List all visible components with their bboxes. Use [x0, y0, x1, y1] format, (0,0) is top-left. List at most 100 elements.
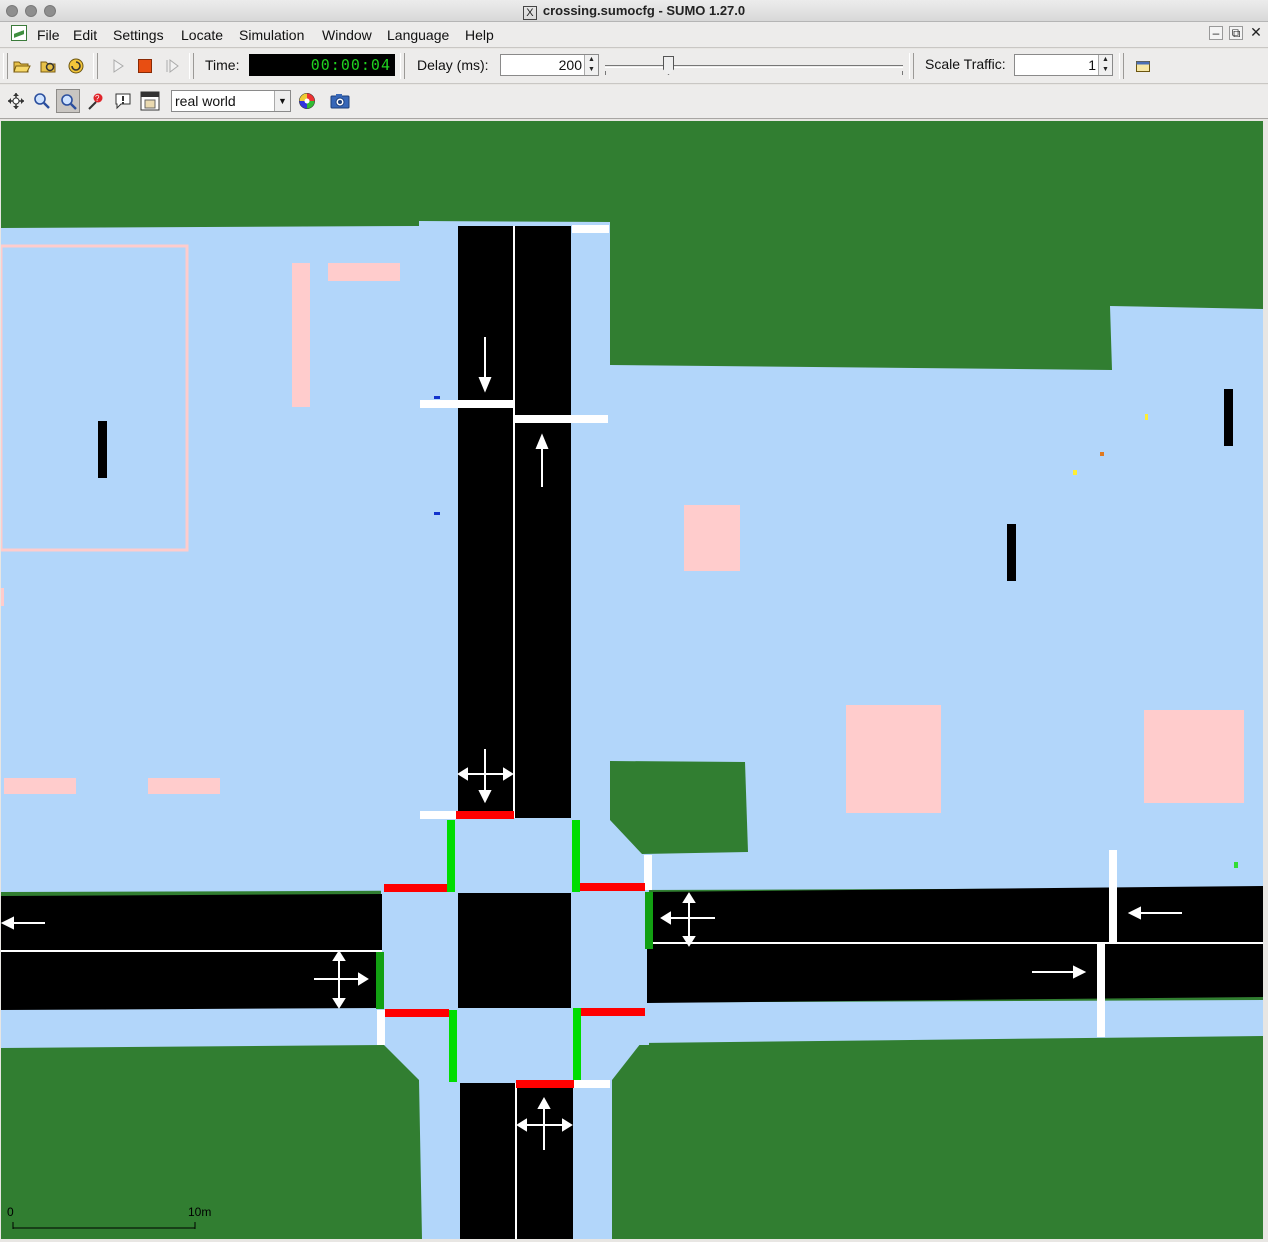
- step-icon[interactable]: [160, 54, 184, 78]
- color-scheme-select[interactable]: real world ▼: [171, 90, 291, 112]
- pedestrian: [434, 512, 440, 515]
- stop-line: [514, 415, 608, 423]
- stop-icon[interactable]: [133, 54, 157, 78]
- scale-spinner-arrows[interactable]: ▲ ▼: [1098, 55, 1112, 75]
- recenter-icon[interactable]: [4, 89, 28, 113]
- x11-icon: X: [522, 6, 537, 20]
- title-bar: Xcrossing.sumocfg - SUMO 1.27.0: [0, 0, 1268, 22]
- view-toolbar: ? real world ▼: [0, 85, 1268, 119]
- crosswalk-bar: [644, 855, 652, 890]
- tls-red: [581, 1008, 645, 1016]
- pole: [1007, 524, 1016, 581]
- delay-spinner[interactable]: 200 ▲ ▼: [500, 54, 599, 76]
- menu-edit[interactable]: Edit: [73, 27, 97, 43]
- tls-green: [449, 1010, 457, 1082]
- lane-divider: [513, 226, 515, 818]
- pedestrian: [434, 396, 440, 399]
- building: [684, 505, 740, 571]
- close-icon[interactable]: ✕: [1249, 25, 1263, 40]
- scale-label-end: 10m: [188, 1205, 211, 1219]
- lane-divider: [1, 950, 382, 952]
- menu-simulation[interactable]: Simulation: [239, 27, 304, 43]
- toolbar-grip[interactable]: [93, 53, 98, 79]
- sumo-gui-window: Xcrossing.sumocfg - SUMO 1.27.0 File Edi…: [0, 0, 1268, 1242]
- pedestrian: [1100, 452, 1104, 456]
- select-icon[interactable]: [56, 89, 80, 113]
- minimize-icon[interactable]: –: [1209, 26, 1223, 40]
- delay-slider-track[interactable]: [605, 65, 903, 68]
- zoom-icon[interactable]: [30, 89, 54, 113]
- menu-settings[interactable]: Settings: [113, 27, 164, 43]
- reload-icon[interactable]: [37, 54, 61, 78]
- scale-label-start: 0: [7, 1205, 14, 1219]
- locator-icon[interactable]: ?: [84, 89, 108, 113]
- run-icon[interactable]: [106, 54, 130, 78]
- delay-spinner-arrows[interactable]: ▲ ▼: [584, 55, 598, 75]
- scale-traffic-spinner[interactable]: 1 ▲ ▼: [1014, 54, 1113, 76]
- delay-value: 200: [558, 57, 582, 73]
- stop-line: [420, 811, 456, 819]
- toolbar-grip[interactable]: [1119, 53, 1124, 79]
- pedestrian: [1145, 414, 1148, 420]
- tls-green: [573, 1008, 581, 1080]
- toolbar-grip[interactable]: [400, 53, 405, 79]
- tls-red: [456, 811, 514, 819]
- tls-red: [384, 884, 449, 892]
- tls-red: [516, 1080, 574, 1088]
- tls-green: [572, 820, 580, 892]
- dock-icon[interactable]: [1131, 54, 1155, 78]
- scale-traffic-value: 1: [1088, 57, 1096, 73]
- camera-icon[interactable]: [328, 89, 352, 113]
- building: [148, 778, 220, 794]
- window-title: Xcrossing.sumocfg - SUMO 1.27.0: [0, 3, 1268, 20]
- simulation-toolbar: Time: 00:00:04 Delay (ms): 200 ▲ ▼ Scale …: [0, 49, 1268, 84]
- toolbar-grip[interactable]: [909, 53, 914, 79]
- network-view[interactable]: 0 10m: [1, 121, 1263, 1239]
- reload-net-icon[interactable]: [64, 54, 88, 78]
- sumo-app-icon: [11, 25, 27, 41]
- svg-text:?: ?: [95, 94, 100, 103]
- toolbar-grip[interactable]: [189, 53, 194, 79]
- crosswalk-bar: [377, 1010, 385, 1045]
- toolbar-grip[interactable]: [3, 53, 8, 79]
- menu-icon[interactable]: [138, 89, 162, 113]
- tls-red: [580, 883, 645, 891]
- lane-divider: [647, 942, 1263, 944]
- building: [846, 705, 941, 813]
- time-label: Time:: [205, 57, 240, 73]
- window-title-text: crossing.sumocfg - SUMO 1.27.0: [542, 3, 746, 18]
- tls-green: [645, 892, 653, 949]
- pedestrian: [1234, 862, 1238, 868]
- building: [1144, 710, 1244, 803]
- junction-center: [458, 893, 571, 1008]
- time-display: 00:00:04: [249, 54, 395, 76]
- open-icon[interactable]: [10, 54, 34, 78]
- slider-tick: [605, 71, 606, 75]
- color-wheel-icon[interactable]: [295, 89, 319, 113]
- building: [1, 588, 4, 606]
- menu-window[interactable]: Window: [322, 27, 372, 43]
- chevron-down-icon[interactable]: ▼: [274, 91, 290, 111]
- tls-green: [447, 820, 455, 892]
- scale-traffic-label: Scale Traffic:: [925, 56, 1006, 72]
- restore-icon[interactable]: ⧉: [1229, 26, 1243, 40]
- stop-line: [572, 225, 609, 233]
- breakpoint-icon[interactable]: [111, 89, 135, 113]
- building: [4, 778, 76, 794]
- tls-green: [376, 952, 384, 1009]
- building: [292, 263, 310, 407]
- crosswalk-bar: [1109, 850, 1117, 942]
- menu-help[interactable]: Help: [465, 27, 494, 43]
- delay-label: Delay (ms):: [417, 57, 489, 73]
- road-east: [647, 886, 1263, 1003]
- building: [328, 263, 400, 281]
- menu-locate[interactable]: Locate: [181, 27, 223, 43]
- lane-divider: [515, 1083, 517, 1239]
- grass-island: [610, 761, 748, 854]
- tls-red: [385, 1009, 449, 1017]
- delay-slider-thumb[interactable]: [663, 56, 674, 75]
- menu-language[interactable]: Language: [387, 27, 449, 43]
- color-scheme-value: real world: [175, 93, 236, 109]
- stop-line: [574, 1080, 610, 1088]
- menu-file[interactable]: File: [37, 27, 60, 43]
